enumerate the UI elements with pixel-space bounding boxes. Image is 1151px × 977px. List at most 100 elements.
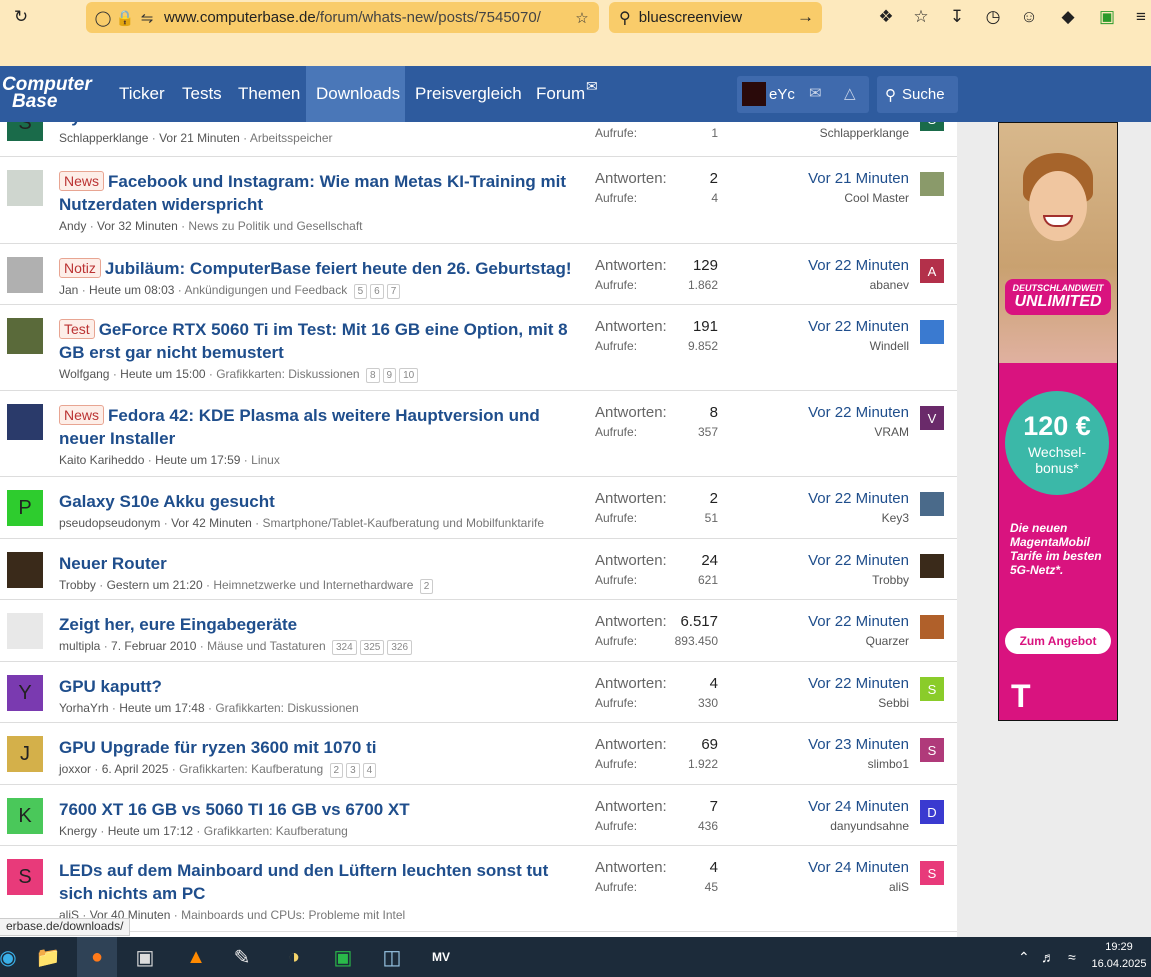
extension-icon[interactable]: ◆ xyxy=(1057,6,1079,28)
green-app-icon[interactable]: ▣ xyxy=(323,937,363,977)
ad-cta-button[interactable]: Zum Angebot xyxy=(1005,628,1111,654)
vlc-icon[interactable]: ▲ xyxy=(176,937,216,977)
last-post-time[interactable]: Vor 24 Minuten xyxy=(808,859,909,876)
last-post-avatar[interactable]: S xyxy=(920,677,944,701)
collections-icon[interactable]: ☆ xyxy=(910,6,932,28)
thread-title-text[interactable]: Galaxy S10e Akku gesucht xyxy=(59,492,275,511)
thread-date[interactable]: Gestern um 21:20 xyxy=(107,578,203,592)
file-explorer-icon[interactable]: 📁 xyxy=(28,937,68,977)
thread-prefix[interactable]: Notiz xyxy=(59,258,101,278)
last-post-user[interactable]: Schlapperklange xyxy=(820,126,909,140)
thread-avatar[interactable] xyxy=(7,318,43,354)
thread-avatar[interactable] xyxy=(7,404,43,440)
last-post-user[interactable]: aliS xyxy=(889,880,909,894)
thread-avatar[interactable]: K xyxy=(7,798,43,834)
nav-ticker[interactable]: Ticker xyxy=(109,66,175,122)
thread-title[interactable]: Galaxy S10e Akku gesucht xyxy=(59,490,579,513)
thread-title-text[interactable]: LEDs auf dem Mainboard und den Lüftern l… xyxy=(59,861,548,903)
search-query[interactable]: bluescreenview xyxy=(639,9,742,26)
tray-chevron-icon[interactable]: ⌃ xyxy=(1018,937,1030,977)
thread-avatar[interactable]: S xyxy=(7,122,43,141)
thread-author[interactable]: joxxor xyxy=(59,762,91,776)
search-bar[interactable]: ⚲ bluescreenview → xyxy=(609,2,822,33)
thread-author[interactable]: Knergy xyxy=(59,824,97,838)
page-link[interactable]: 325 xyxy=(359,640,385,655)
last-post-avatar[interactable] xyxy=(920,320,944,344)
arrow-right-icon[interactable]: → xyxy=(797,7,814,27)
thread-title[interactable]: Test GeForce RTX 5060 Ti im Test: Mit 16 … xyxy=(59,318,579,364)
extension-green-icon[interactable]: ▣ xyxy=(1096,6,1118,28)
site-search-button[interactable]: ⚲ Suche xyxy=(877,76,958,113)
thread-row[interactable]: P Galaxy S10e Akku gesucht pseudopseudon… xyxy=(0,477,957,539)
nav-tests[interactable]: Tests xyxy=(172,66,232,122)
bookmark-star-icon[interactable]: ☆ xyxy=(571,7,593,29)
download-icon[interactable]: ↧ xyxy=(946,6,968,28)
last-post-time[interactable]: Vor 22 Minuten xyxy=(808,257,909,274)
thread-avatar[interactable]: J xyxy=(7,736,43,772)
thread-title[interactable]: LEDs auf dem Mainboard und den Lüftern l… xyxy=(59,859,579,905)
paint-icon[interactable]: ◑ xyxy=(274,937,314,977)
thread-row[interactable]: Notiz Jubiläum: ComputerBase feiert heute… xyxy=(0,244,957,305)
thread-title-text[interactable]: GPU Upgrade für ryzen 3600 mit 1070 ti xyxy=(59,738,376,757)
thread-title[interactable]: News Fedora 42: KDE Plasma als weitere Ha… xyxy=(59,404,579,450)
thread-date[interactable]: Vor 32 Minuten xyxy=(97,219,178,233)
page-link[interactable]: 326 xyxy=(387,640,413,655)
page-link[interactable]: 8 xyxy=(365,368,380,383)
thread-title[interactable]: Zeigt her, eure Eingabegeräte xyxy=(59,613,579,636)
last-post-user[interactable]: Sebbi xyxy=(878,696,909,710)
thread-forum[interactable]: Linux xyxy=(251,453,280,467)
last-post-user[interactable]: Trobby xyxy=(872,573,909,587)
page-link[interactable]: 9 xyxy=(382,368,397,383)
nav-downloads[interactable]: Downloads xyxy=(306,66,405,122)
thread-forum[interactable]: News zu Politik und Gesellschaft xyxy=(188,219,362,233)
menu-icon[interactable]: ≡ xyxy=(1130,6,1151,28)
page-link[interactable]: 6 xyxy=(370,284,384,299)
thread-avatar[interactable] xyxy=(7,170,43,206)
shield-icon[interactable]: ◯ xyxy=(92,7,114,29)
notebook-icon[interactable]: ◫ xyxy=(372,937,412,977)
thread-forum[interactable]: Grafikkarten: Diskussionen xyxy=(216,367,359,381)
volume-icon[interactable]: ♬ xyxy=(1041,937,1055,977)
computerbase-logo[interactable]: Computer Base xyxy=(0,72,100,114)
thread-forum[interactable]: Mäuse und Tastaturen xyxy=(207,639,326,653)
thread-title-text[interactable]: GPU kaputt? xyxy=(59,677,162,696)
last-post-time[interactable]: Vor 24 Minuten xyxy=(808,798,909,815)
thread-avatar[interactable]: Y xyxy=(7,675,43,711)
thread-title-text[interactable]: Jubiläum: ComputerBase feiert heute den … xyxy=(105,259,572,278)
wifi-icon[interactable]: ≈ xyxy=(1068,937,1076,977)
thread-row[interactable]: Neuer Router Trobby · Gestern um 21:20 ·… xyxy=(0,539,957,600)
thread-author[interactable]: Jan xyxy=(59,283,78,297)
url-text[interactable]: www.computerbase.de/forum/whats-new/post… xyxy=(164,9,541,26)
mv-app-icon[interactable]: MV xyxy=(421,937,461,977)
last-post-user[interactable]: danyundsahne xyxy=(830,819,909,833)
thread-title[interactable]: 7600 XT 16 GB vs 5060 TI 16 GB vs 6700 X… xyxy=(59,798,579,821)
account-icon[interactable]: ☺ xyxy=(1018,6,1040,28)
thread-author[interactable]: Kaito Kariheddo xyxy=(59,453,144,467)
thread-title[interactable]: Ryzen 7600 RAM OC xyxy=(59,122,579,128)
thread-author[interactable]: Wolfgang xyxy=(59,367,109,381)
permissions-icon[interactable]: ⇋ xyxy=(136,7,158,29)
thread-forum[interactable]: Smartphone/Tablet-Kaufberatung und Mobil… xyxy=(262,516,544,530)
page-link[interactable]: 10 xyxy=(399,368,419,383)
thread-prefix[interactable]: News xyxy=(59,405,105,425)
page-link[interactable]: 4 xyxy=(362,763,377,778)
history-icon[interactable]: ◷ xyxy=(982,6,1004,28)
user-menu[interactable]: eYc ✉ △ xyxy=(737,76,869,113)
thread-forum[interactable]: Mainboards und CPUs: Probleme mit Intel xyxy=(181,908,405,922)
thread-row[interactable]: J GPU Upgrade für ryzen 3600 mit 1070 ti… xyxy=(0,723,957,785)
last-post-avatar[interactable]: S xyxy=(920,122,944,131)
last-post-avatar[interactable] xyxy=(920,172,944,196)
thread-title-text[interactable]: Zeigt her, eure Eingabegeräte xyxy=(59,615,297,634)
thread-date[interactable]: Heute um 17:48 xyxy=(119,701,204,715)
thread-title[interactable]: News Facebook und Instagram: Wie man Meta… xyxy=(59,170,579,216)
thread-row[interactable]: K 7600 XT 16 GB vs 5060 TI 16 GB vs 6700… xyxy=(0,785,957,846)
last-post-user[interactable]: Windell xyxy=(870,339,909,353)
last-post-time[interactable]: Vor 22 Minuten xyxy=(808,552,909,569)
thread-avatar[interactable] xyxy=(7,552,43,588)
nav-preisvergleich[interactable]: Preisvergleich xyxy=(405,66,532,122)
thread-title-text[interactable]: Facebook und Instagram: Wie man Metas KI… xyxy=(59,172,566,214)
thread-title[interactable]: GPU Upgrade für ryzen 3600 mit 1070 ti xyxy=(59,736,579,759)
page-link[interactable]: 324 xyxy=(331,640,357,655)
page-link[interactable]: 2 xyxy=(329,763,344,778)
last-post-user[interactable]: Key3 xyxy=(882,511,909,525)
